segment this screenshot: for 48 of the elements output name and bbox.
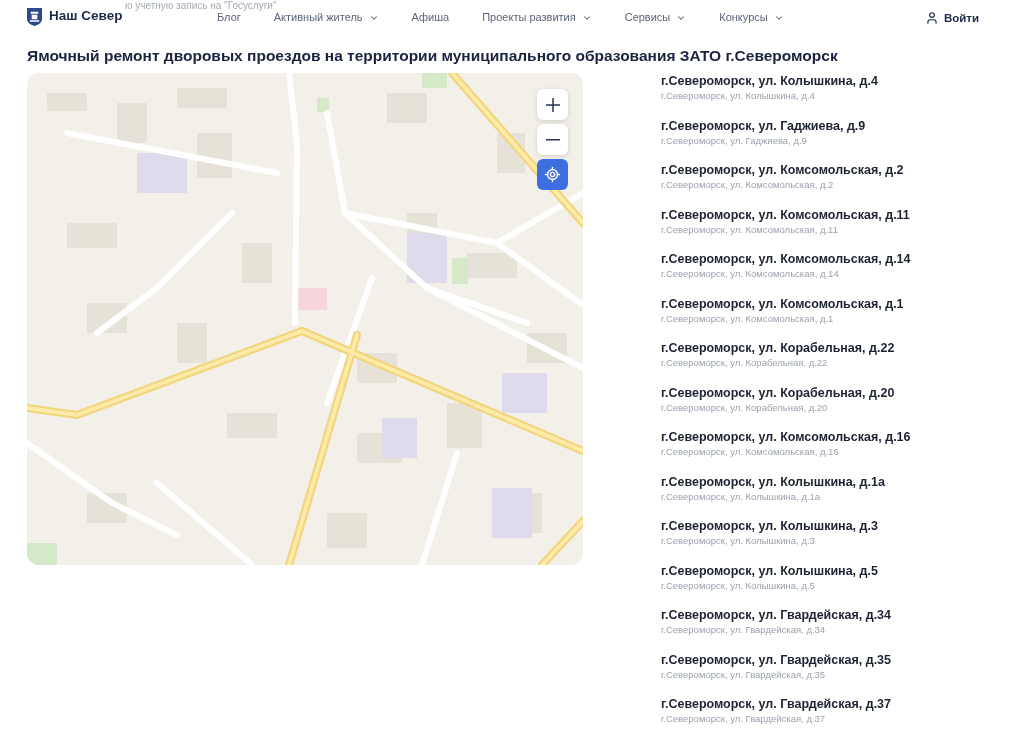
address-title[interactable]: г.Североморск, ул. Комсомольская, д.14 (661, 251, 911, 267)
address-subtitle: г.Североморск, ул. Колышкина, д.1а (661, 489, 822, 503)
address-title[interactable]: г.Североморск, ул. Комсомольская, д.16 (661, 429, 911, 445)
page-title: Ямочный ремонт дворовых проездов на территории муниципального образования ЗАТО г.Североморск (26, 47, 839, 65)
address-title[interactable]: г.Североморск, ул. Гвардейская, д.37 (661, 696, 911, 712)
shield-logo-icon (27, 7, 42, 26)
nav-menu-item[interactable]: Афиша (411, 11, 450, 24)
address-subtitle: г.Североморск, ул. Гвардейская, д.34 (661, 623, 827, 636)
zoom-in-button[interactable] (537, 89, 568, 120)
address-title[interactable]: г.Североморск, ул. Гвардейская, д.35 (661, 651, 911, 668)
address-subtitle: г.Североморск, ул. Комсомольская, д.16 (661, 445, 840, 458)
zoom-out-button[interactable] (537, 124, 568, 155)
address-title[interactable]: г.Североморск, ул. Комсомольская, д.11 (661, 206, 911, 223)
address-subtitle: г.Североморск, ул. Комсомольская, д.14 (661, 267, 840, 280)
faded-notice-text: ю учетную запись на "Госуслуги" (125, 1, 277, 11)
address-subtitle: г.Североморск, ул. Колышкина, д.3 (661, 534, 816, 547)
address-subtitle: г.Североморск, ул. Гвардейская, д.37 (661, 712, 827, 725)
address-subtitle: г.Североморск, ул. Комсомольская, д.11 (661, 222, 839, 236)
address-title[interactable]: г.Североморск, ул. Колышкина, д.5 (661, 562, 911, 579)
nav-menu-item[interactable]: Блог (217, 11, 241, 24)
address-title[interactable]: г.Североморск, ул. Комсомольская, д.2 (661, 162, 911, 178)
address-subtitle: г.Североморск, ул. Корабельная, д.22 (661, 356, 829, 369)
address-title[interactable]: г.Североморск, ул. Корабельная, д.20 (661, 384, 911, 401)
address-subtitle: г.Североморск, ул. Гвардейская, д.35 (661, 667, 827, 681)
address-title[interactable]: г.Североморск, ул. Гвардейская, д.34 (661, 607, 911, 623)
nav-menu-item[interactable]: Проекты развития (482, 11, 592, 24)
user-icon (924, 10, 939, 25)
nav-menu-item[interactable]: Сервисы (624, 11, 687, 24)
locate-button[interactable] (537, 159, 568, 190)
minus-icon (545, 138, 560, 141)
address-title[interactable]: г.Североморск, ул. Колышкина, д.1а (661, 473, 911, 490)
address-title[interactable]: г.Североморск, ул. Колышкина, д.4 (661, 73, 911, 89)
address-title[interactable]: г.Североморск, ул. Колышкина, д.3 (661, 518, 911, 534)
address-title[interactable]: г.Североморск, ул. Комсомольская, д.1 (661, 295, 911, 312)
site-logo-text: Наш Север (49, 7, 123, 26)
address-title[interactable]: г.Североморск, ул. Корабельная, д.22 (661, 340, 911, 356)
nav-menu-item[interactable]: Конкурсы (719, 11, 784, 24)
address-subtitle: г.Североморск, ул. Колышкина, д.4 (661, 89, 816, 102)
login-button[interactable]: Войти (924, 10, 979, 25)
plus-icon (545, 97, 560, 112)
address-title[interactable]: г.Североморск, ул. Гаджиева, д.9 (661, 117, 911, 134)
address-subtitle: г.Североморск, ул. Комсомольская, д.2 (661, 178, 835, 191)
address-subtitle: г.Североморск, ул. Колышкина, д.5 (661, 578, 816, 592)
nav-menu-item[interactable]: Активный житель (273, 11, 379, 24)
crosshair-icon (544, 166, 561, 183)
address-subtitle: г.Североморск, ул. Комсомольская, д.1 (661, 311, 835, 325)
address-subtitle: г.Североморск, ул. Корабельная, д.20 (661, 400, 829, 414)
address-subtitle: г.Североморск, ул. Гаджиева, д.9 (661, 133, 808, 147)
